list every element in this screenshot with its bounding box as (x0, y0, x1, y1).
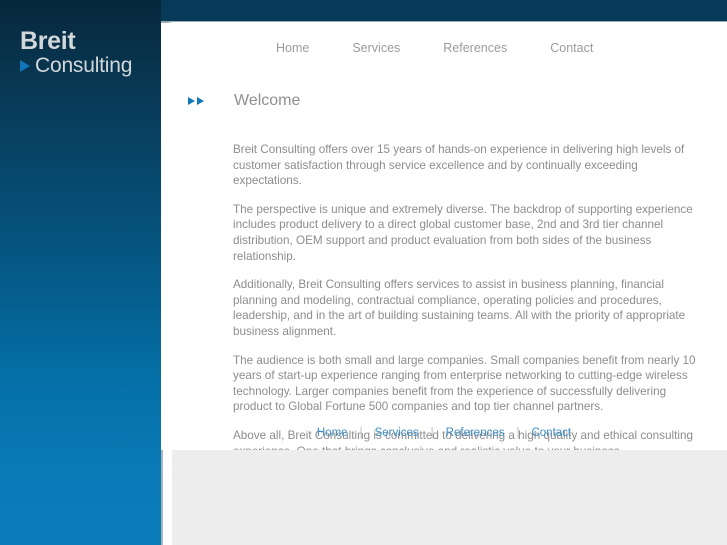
logo-line-primary: Breit (20, 27, 76, 55)
content-card: Home Services References Contact Welcome… (161, 22, 727, 545)
footer-separator: | (516, 427, 520, 439)
logo-line-secondary-row: Consulting (20, 55, 155, 77)
nav-item-home[interactable]: Home (276, 41, 309, 55)
footer-link-contact[interactable]: Contact (531, 427, 571, 439)
left-gradient-panel (0, 0, 161, 545)
footer-link-home[interactable]: Home (317, 427, 348, 439)
body-paragraph: Additionally, Breit Consulting offers se… (233, 278, 686, 338)
top-navy-strip (161, 0, 727, 21)
body-paragraph: The perspective is unique and extremely … (233, 202, 693, 263)
page-heading-row: Welcome (188, 92, 300, 110)
footer-link-services[interactable]: Services (375, 427, 419, 439)
footer-separator: | (430, 427, 434, 439)
double-triangle-right-icon (188, 97, 206, 105)
primary-navigation: Home Services References Contact (161, 22, 727, 74)
logo-line-secondary: Consulting (35, 54, 133, 77)
article-body: Breit Consulting offers over 15 years of… (233, 142, 696, 492)
page-root: Breit Consulting Home Services Reference… (0, 0, 727, 545)
footer-link-references[interactable]: References (446, 427, 505, 439)
site-logo[interactable]: Breit Consulting (20, 28, 155, 77)
page-title: Welcome (234, 92, 301, 109)
footer-left-rule (161, 450, 163, 545)
nav-item-services[interactable]: Services (352, 41, 400, 55)
footer-navigation: Home | Services | References | Contact (161, 427, 727, 439)
footer-panel (172, 450, 727, 545)
body-paragraph: The audience is both small and large com… (233, 353, 696, 414)
nav-item-contact[interactable]: Contact (550, 41, 593, 55)
nav-item-references[interactable]: References (443, 41, 507, 55)
footer-separator: | (359, 427, 363, 439)
triangle-right-icon (20, 60, 30, 72)
body-paragraph: Breit Consulting offers over 15 years of… (233, 143, 685, 188)
